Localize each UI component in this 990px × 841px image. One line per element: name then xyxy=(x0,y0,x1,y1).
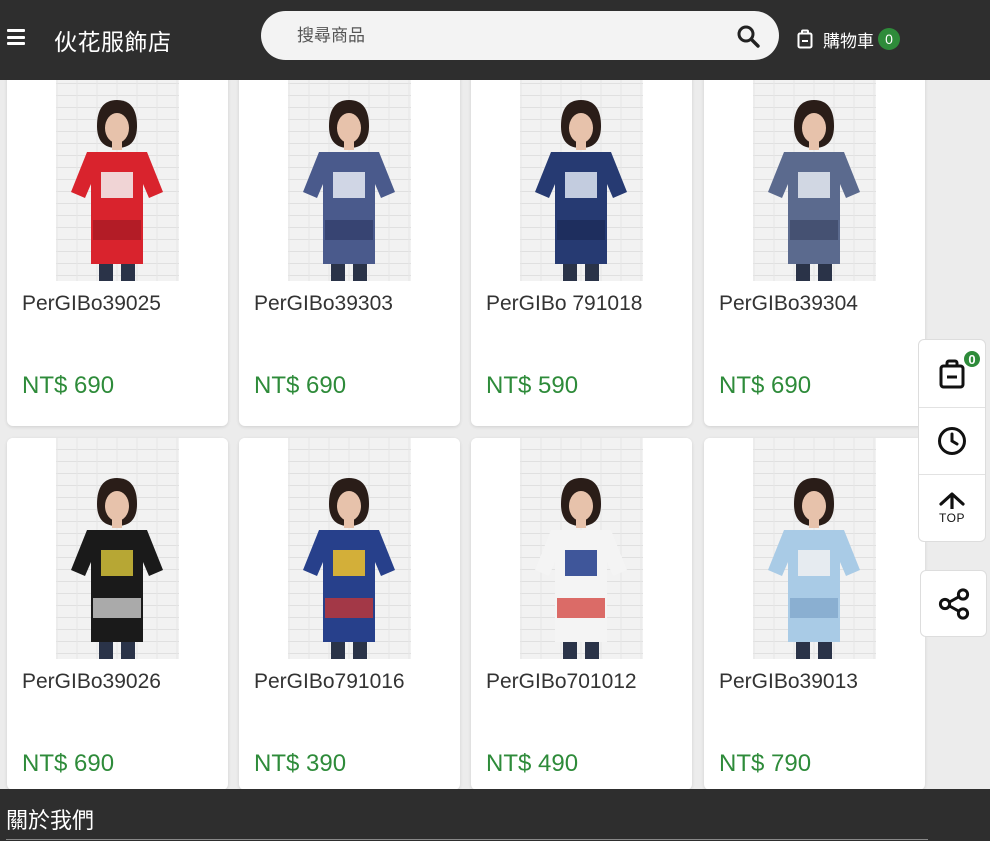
product-image[interactable] xyxy=(471,60,692,281)
cart-label: 購物車 xyxy=(823,31,874,52)
arrow-up-icon xyxy=(939,492,965,509)
history-button[interactable] xyxy=(919,407,985,474)
product-card[interactable]: PerGIBo39303 NT$ 690 xyxy=(239,60,460,426)
product-price: NT$ 690 xyxy=(254,372,347,399)
search-box xyxy=(261,11,779,60)
hamburger-menu-icon[interactable] xyxy=(7,29,25,45)
about-us-heading[interactable]: 關於我們 xyxy=(6,803,94,835)
shopping-bag-icon xyxy=(797,29,813,49)
shop-name[interactable]: 伙花服飾店 xyxy=(54,23,172,57)
floating-cart-button[interactable]: 0 xyxy=(919,340,985,407)
product-card[interactable]: PerGIBo39025 NT$ 690 xyxy=(7,60,228,426)
product-name[interactable]: PerGIBo701012 xyxy=(486,670,637,694)
share-button[interactable] xyxy=(920,570,987,637)
clock-icon xyxy=(938,427,966,455)
product-card[interactable]: PerGIBo701012 NT$ 490 xyxy=(471,438,692,790)
product-card[interactable]: PerGIBo39304 NT$ 690 xyxy=(704,60,925,426)
search-icon[interactable] xyxy=(736,24,760,48)
floating-cart-count-badge: 0 xyxy=(962,349,982,369)
footer-divider xyxy=(6,839,928,840)
product-card[interactable]: PerGIBo39013 NT$ 790 xyxy=(704,438,925,790)
product-name[interactable]: PerGIBo39304 xyxy=(719,292,858,316)
product-name[interactable]: PerGIBo791016 xyxy=(254,670,405,694)
back-to-top-button[interactable]: TOP xyxy=(919,474,985,541)
product-card[interactable]: PerGIBo791016 NT$ 390 xyxy=(239,438,460,790)
product-price: NT$ 490 xyxy=(486,750,579,777)
top-header: 伙花服飾店 購物車 0 xyxy=(0,0,990,80)
product-image[interactable] xyxy=(471,438,692,659)
product-image[interactable] xyxy=(7,438,228,659)
cart-button[interactable]: 購物車 0 xyxy=(797,25,900,53)
shopping-bag-icon xyxy=(939,359,965,388)
product-image[interactable] xyxy=(704,60,925,281)
product-image[interactable] xyxy=(239,60,460,281)
product-name[interactable]: PerGIBo39013 xyxy=(719,670,858,694)
product-price: NT$ 690 xyxy=(22,372,115,399)
product-name[interactable]: PerGIBo39303 xyxy=(254,292,393,316)
product-name[interactable]: PerGIBo39026 xyxy=(22,670,161,694)
product-price: NT$ 690 xyxy=(22,750,115,777)
product-price: NT$ 590 xyxy=(486,372,579,399)
product-price: NT$ 390 xyxy=(254,750,347,777)
product-name[interactable]: PerGIBo39025 xyxy=(22,292,161,316)
top-label: TOP xyxy=(939,511,965,525)
floating-action-panel: 0 TOP xyxy=(918,339,986,542)
product-card[interactable]: PerGIBo 791018 NT$ 590 xyxy=(471,60,692,426)
share-icon xyxy=(938,587,969,620)
footer: 關於我們 xyxy=(0,789,990,841)
product-image[interactable] xyxy=(239,438,460,659)
product-image[interactable] xyxy=(7,60,228,281)
product-name[interactable]: PerGIBo 791018 xyxy=(486,292,642,316)
product-price: NT$ 690 xyxy=(719,372,812,399)
product-image[interactable] xyxy=(704,438,925,659)
product-card[interactable]: PerGIBo39026 NT$ 690 xyxy=(7,438,228,790)
cart-count-badge: 0 xyxy=(878,28,900,50)
product-price: NT$ 790 xyxy=(719,750,812,777)
search-input[interactable] xyxy=(283,11,723,60)
